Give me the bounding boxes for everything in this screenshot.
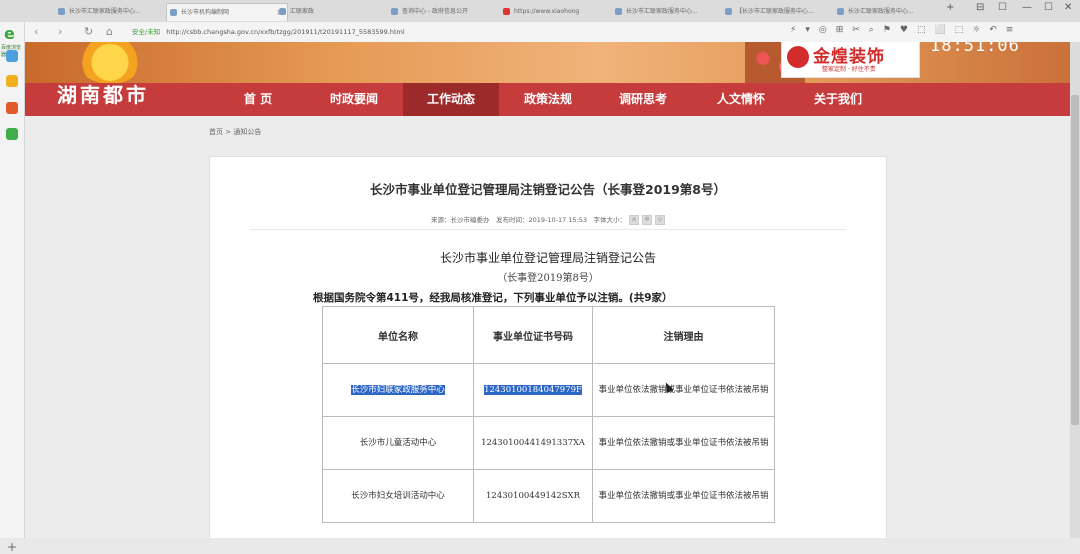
table-cell[interactable]: 12430100184047979F: [473, 363, 593, 417]
font-size-medium-button[interactable]: 中: [642, 215, 653, 225]
browser-tab[interactable]: 【长沙市汇联家政服务中心...: [722, 3, 844, 20]
browser-tab[interactable]: 汇联家政: [276, 3, 398, 20]
tab-favicon-icon: [170, 9, 177, 16]
nav-policy[interactable]: 政策法规: [515, 83, 581, 116]
notice-heading: 长沙市事业单位登记管理局注销登记公告: [439, 251, 656, 265]
table-cell[interactable]: 12430100449142SXR: [473, 469, 593, 523]
article-meta-text: 来源：长沙市编委办 发布时间：2019-10-17 15:53 字体大小：: [430, 216, 627, 224]
toolbar-icons[interactable]: ⚡▾◎⊞✂⌕⚑♥⬚⬜⬚☼↶≡: [790, 25, 1022, 35]
browser-sidebar: e 百度浏览器 +: [0, 22, 25, 554]
security-label: 安全/未知: [132, 28, 161, 36]
browser-tab-active[interactable]: 长沙市机构编制网×: [166, 3, 288, 21]
sidebar-chat-icon[interactable]: [6, 128, 18, 140]
tab-favicon-icon: [279, 8, 286, 15]
sidebar-app-icon[interactable]: [6, 50, 18, 62]
nav-work-news[interactable]: 工作动态: [403, 83, 499, 116]
ad-slogan: 整家定制 · 好住不贵: [822, 66, 876, 73]
browser-tab[interactable]: 长沙市汇联家政服务中心...: [612, 3, 732, 20]
page-scrollbar-thumb[interactable]: [1071, 95, 1079, 425]
forward-icon[interactable]: ›: [58, 25, 62, 38]
notice-intro: 根据国务院令第411号，经我局核准登记，下列事业单位予以注销。(共9家）: [313, 292, 673, 304]
back-icon[interactable]: ‹: [34, 25, 38, 38]
divider: [250, 229, 846, 230]
nav-politics[interactable]: 时政要闻: [321, 83, 387, 116]
home-icon[interactable]: ⌂: [106, 25, 113, 38]
table-row: 长沙市妇联家政服务中心 12430100184047979F 事业单位依法撤销或…: [322, 363, 775, 417]
selected-text[interactable]: 长沙市妇联家政服务中心: [351, 385, 445, 395]
address-bar-row: ‹ › ↻ ⌂ 安全/未知 http://csbb.changsha.gov.cn…: [0, 22, 1080, 43]
table-cell[interactable]: 事业单位依法撤销或事业单位证书依法被吊销: [592, 363, 775, 417]
font-size-small-button[interactable]: 小: [655, 215, 666, 225]
table-cell[interactable]: 12430100441491337XA: [473, 416, 593, 470]
sidebar-toggle-icon[interactable]: ⊟: [976, 2, 984, 13]
breadcrumb[interactable]: 首页 > 通知公告: [209, 127, 261, 137]
nav-research[interactable]: 调研思考: [610, 83, 676, 116]
clock-overlay: 18:51:06: [930, 42, 1020, 56]
table-cell[interactable]: 长沙市妇联家政服务中心: [322, 363, 474, 417]
table-cell[interactable]: 长沙市妇女培训活动中心: [322, 469, 474, 523]
new-tab-icon[interactable]: +: [946, 2, 954, 13]
notice-subheading: （长事登2019第8号）: [497, 273, 599, 284]
url-text: http://csbb.changsha.gov.cn/xxfb/tzgg/20…: [166, 28, 405, 36]
nav-about[interactable]: 关于我们: [805, 83, 871, 116]
browser-tab[interactable]: https://www.xiaohong: [500, 3, 622, 20]
sidebar-add-icon[interactable]: +: [7, 540, 17, 554]
weibo-icon[interactable]: [6, 102, 18, 114]
table-cell[interactable]: 事业单位依法撤销或事业单位证书依法被吊销: [592, 416, 775, 470]
browser-tab[interactable]: 长沙市汇联家政服务中心...: [55, 3, 177, 20]
tab-favicon-icon: [615, 8, 622, 15]
browser-tab[interactable]: 长沙汇联家政服务中心...: [834, 3, 956, 20]
article-title: 长沙市事业单位登记管理局注销登记公告（长事登2019第8号）: [370, 182, 726, 197]
article-panel: 长沙市事业单位登记管理局注销登记公告（长事登2019第8号） 来源：长沙市编委办…: [209, 156, 887, 538]
close-window-icon[interactable]: ✕: [1064, 2, 1072, 13]
skin-icon[interactable]: ☐: [998, 2, 1007, 13]
minimize-icon[interactable]: —: [1022, 2, 1032, 13]
browser-tab-bar: 长沙市汇联家政服务中心... 长沙市机构编制网× 汇联家政 查询中心 - 政府信…: [0, 0, 1080, 23]
tab-favicon-icon: [58, 8, 65, 15]
ad-logo-icon: [787, 46, 809, 68]
nav-home[interactable]: 首 页: [225, 83, 291, 116]
tab-favicon-icon: [725, 8, 732, 15]
browser-logo-icon: e: [4, 24, 15, 43]
deregistration-table: 单位名称 事业单位证书号码 注销理由 长沙市妇联家政服务中心 124301001…: [322, 306, 775, 523]
maximize-icon[interactable]: ☐: [1044, 2, 1053, 13]
table-cell[interactable]: 事业单位依法撤销或事业单位证书依法被吊销: [592, 469, 775, 523]
tab-favicon-icon: [503, 8, 510, 15]
tab-favicon-icon: [837, 8, 844, 15]
column-header: 事业单位证书号码: [473, 306, 593, 364]
browser-tab[interactable]: 查询中心 - 政府信息公开: [388, 3, 510, 20]
selected-text[interactable]: 12430100184047979F: [484, 385, 582, 395]
favorites-star-icon[interactable]: [6, 75, 18, 87]
tab-favicon-icon: [391, 8, 398, 15]
refresh-icon[interactable]: ↻: [84, 25, 93, 38]
nav-culture[interactable]: 人文情怀: [708, 83, 774, 116]
font-size-large-button[interactable]: 大: [629, 215, 640, 225]
table-row: 长沙市妇女培训活动中心 12430100449142SXR 事业单位依法撤销或事…: [322, 469, 775, 523]
article-meta: 来源：长沙市编委办 发布时间：2019-10-17 15:53 字体大小：大中小: [210, 214, 886, 225]
url-field[interactable]: 安全/未知 http://csbb.changsha.gov.cn/xxfb/tz…: [132, 25, 852, 39]
web-page: 金煌装饰 整家定制 · 好住不贵 18:51:06 湖南都市 首 页 时政要闻 …: [25, 42, 1070, 538]
site-name: 湖南都市: [57, 83, 149, 107]
table-header-row: 单位名称 事业单位证书号码 注销理由: [322, 306, 775, 364]
column-header: 单位名称: [322, 306, 474, 364]
table-cell[interactable]: 长沙市儿童活动中心: [322, 416, 474, 470]
table-row: 长沙市儿童活动中心 12430100441491337XA 事业单位依法撤销或事…: [322, 416, 775, 470]
column-header: 注销理由: [592, 306, 775, 364]
banner-ad[interactable]: 金煌装饰 整家定制 · 好住不贵: [781, 42, 920, 78]
